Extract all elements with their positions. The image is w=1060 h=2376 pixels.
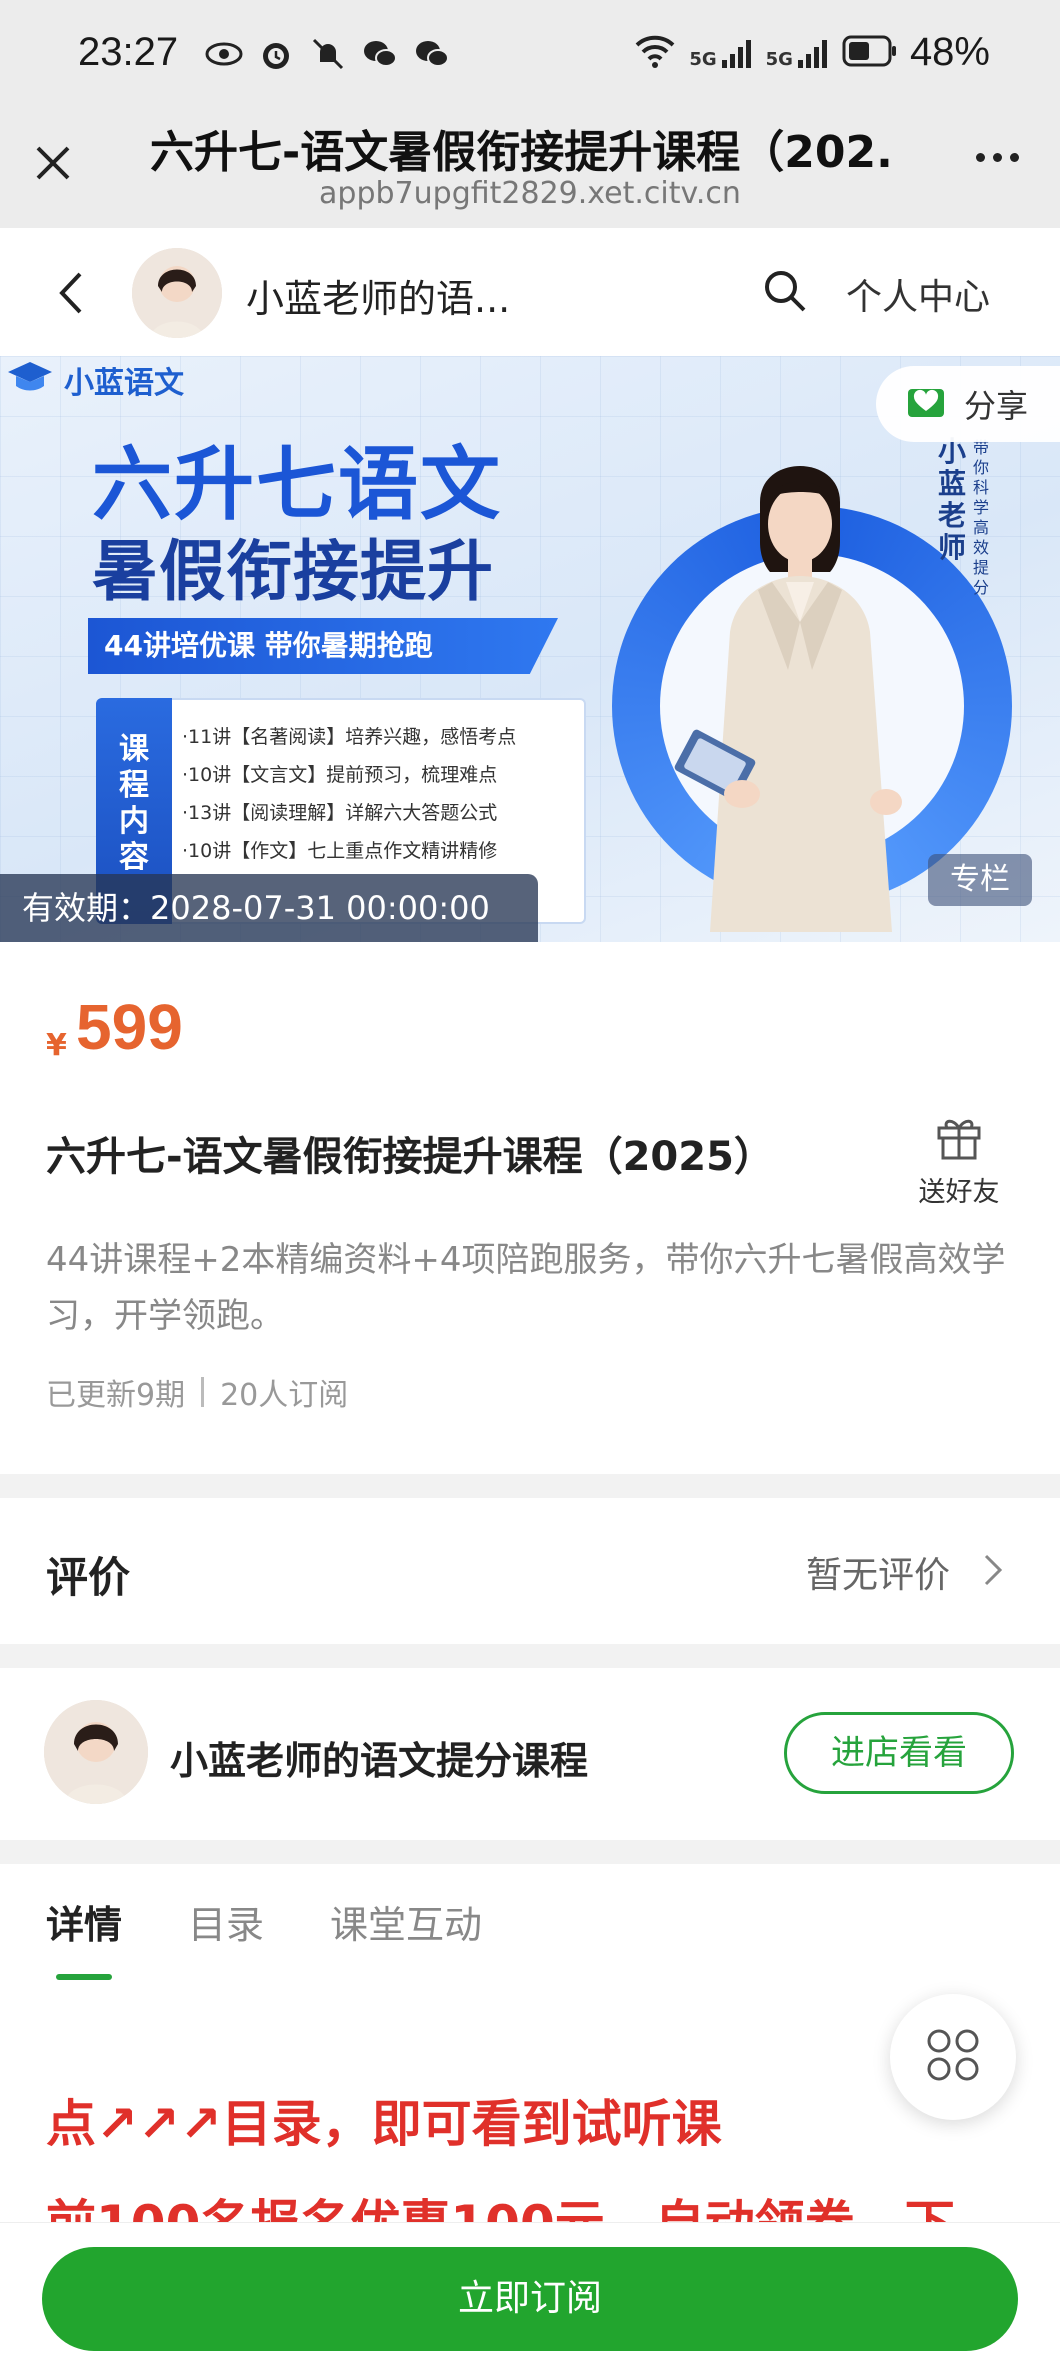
- chevron-right-icon: [978, 1550, 1008, 1590]
- battery-percent: 48%: [909, 30, 990, 74]
- banner-content-list: ·11讲【名著阅读】培养兴趣，感悟考点 ·10讲【文言文】提前预习，梳理难点 ·…: [182, 718, 582, 870]
- course-description: 44讲课程+2本精编资料+4项陪跑服务，带你六升七暑假高效学习，开学领跑。: [46, 1240, 1006, 1336]
- graduation-cap-icon: [6, 356, 54, 404]
- gift-to-friend-button[interactable]: 送好友: [904, 1110, 1014, 1220]
- update-count: 已更新9期: [46, 1378, 186, 1413]
- subscriber-count: 20人订阅: [220, 1378, 349, 1413]
- banner-ribbon-text: 44讲培优课 带你暑期抢跑: [104, 629, 433, 662]
- alarm-icon: [256, 34, 296, 74]
- reviews-value: 暂无评价: [805, 1555, 950, 1596]
- subscribe-button[interactable]: 立即订阅: [42, 2247, 1018, 2351]
- price-value: 599: [76, 991, 183, 1063]
- bottom-bar: 立即订阅: [0, 2222, 1060, 2376]
- teacher-name: 小蓝老师: [937, 435, 966, 564]
- eye-icon: [204, 34, 244, 74]
- grid-icon: [923, 2025, 983, 2089]
- brand-name: 小蓝语文: [64, 366, 184, 401]
- shop-name[interactable]: 小蓝老师的语...: [246, 268, 510, 323]
- gift-icon: [933, 1119, 985, 1166]
- status-system-icons: 5G 5G 48%: [633, 30, 990, 75]
- more-options-icon[interactable]: [962, 132, 1032, 182]
- status-notification-icons: [204, 34, 452, 74]
- banner-title-line2: 暑假衔接提升: [92, 533, 494, 610]
- price-currency: ¥: [46, 1028, 67, 1063]
- browser-title-bar: 六升七-语文暑假衔接提升课程（202... appb7upgfit2829.xe…: [0, 112, 1060, 228]
- menu-grid-button[interactable]: [890, 1994, 1016, 2120]
- network-label: 5G: [765, 48, 793, 70]
- search-icon[interactable]: [760, 266, 810, 316]
- reviews-row[interactable]: 评价 暂无评价: [0, 1498, 1060, 1644]
- banner-content-item: ·11讲【名著阅读】培养兴趣，感悟考点: [182, 726, 517, 748]
- gift-label: 送好友: [918, 1177, 1000, 1208]
- wechat-icon: [412, 34, 452, 74]
- avatar[interactable]: [44, 1700, 148, 1804]
- tab-interaction[interactable]: 课堂互动: [330, 1894, 482, 1949]
- detail-tabs: 详情 目录 课堂互动: [46, 1894, 482, 1949]
- banner-content-item: ·10讲【文言文】提前预习，梳理难点: [182, 764, 498, 786]
- network-label: 5G: [689, 48, 717, 70]
- shop-header: 小蓝老师的语... 个人中心: [0, 228, 1060, 356]
- product-info: ¥ 599 六升七-语文暑假衔接提升课程（2025） 送好友 44讲课程+2本精…: [0, 942, 1060, 1474]
- course-meta: 已更新9期 20人订阅: [46, 1370, 348, 1414]
- banner-content-item: ·13讲【阅读理解】详解六大答题公式: [182, 802, 498, 824]
- personal-center-link[interactable]: 个人中心: [846, 268, 990, 320]
- teacher-photo: [650, 442, 960, 942]
- tab-details[interactable]: 详情: [46, 1894, 122, 1949]
- share-icon: [906, 383, 946, 425]
- promo-text-line1: 点↗↗↗目录，即可看到试听课: [46, 2095, 722, 2153]
- visit-shop-button[interactable]: 进店看看: [784, 1712, 1014, 1794]
- validity-period: 有效期：2028-07-31 00:00:00: [0, 874, 538, 942]
- share-label: 分享: [964, 387, 1029, 425]
- wechat-icon: [360, 34, 400, 74]
- banner-content-item: ·10讲【作文】七上重点作文精讲精修: [182, 840, 498, 862]
- status-bar: 23:27 5G 5G 48%: [0, 0, 1060, 112]
- active-tab-indicator: [56, 1974, 112, 1980]
- teacher-slogan: 带你科学高效提分: [972, 438, 989, 597]
- tab-catalog[interactable]: 目录: [188, 1894, 264, 1949]
- share-button[interactable]: 分享: [876, 366, 1060, 442]
- wifi-icon: [633, 31, 677, 75]
- page-url: appb7upgfit2829.xet.citv.cn: [319, 176, 741, 211]
- shop-full-name[interactable]: 小蓝老师的语文提分课程: [170, 1730, 588, 1785]
- signal-icon: 5G: [766, 36, 830, 70]
- page-title: 六升七-语文暑假衔接提升课程（202...: [150, 127, 890, 178]
- banner-content-tab-text: 课程内容: [119, 732, 149, 875]
- brand-logo: 小蓝语文: [6, 356, 184, 404]
- course-banner[interactable]: 小蓝语文 六升七语文 暑假衔接提升 44讲培优课 带你暑期抢跑 课程内容 ·11…: [0, 356, 1060, 942]
- battery-icon: [842, 34, 898, 72]
- status-time: 23:27: [78, 30, 179, 74]
- back-arrow-icon[interactable]: [50, 268, 94, 318]
- meta-divider: [201, 1377, 205, 1407]
- reviews-label: 评价: [46, 1553, 131, 1602]
- mute-bell-icon: [308, 34, 348, 74]
- signal-icon: 5G: [689, 36, 753, 70]
- course-title: 六升七-语文暑假衔接提升课程（2025）: [46, 1134, 774, 1180]
- column-badge: 专栏: [928, 854, 1032, 906]
- shop-row: 小蓝老师的语文提分课程 进店看看: [0, 1668, 1060, 1840]
- avatar[interactable]: [132, 248, 222, 338]
